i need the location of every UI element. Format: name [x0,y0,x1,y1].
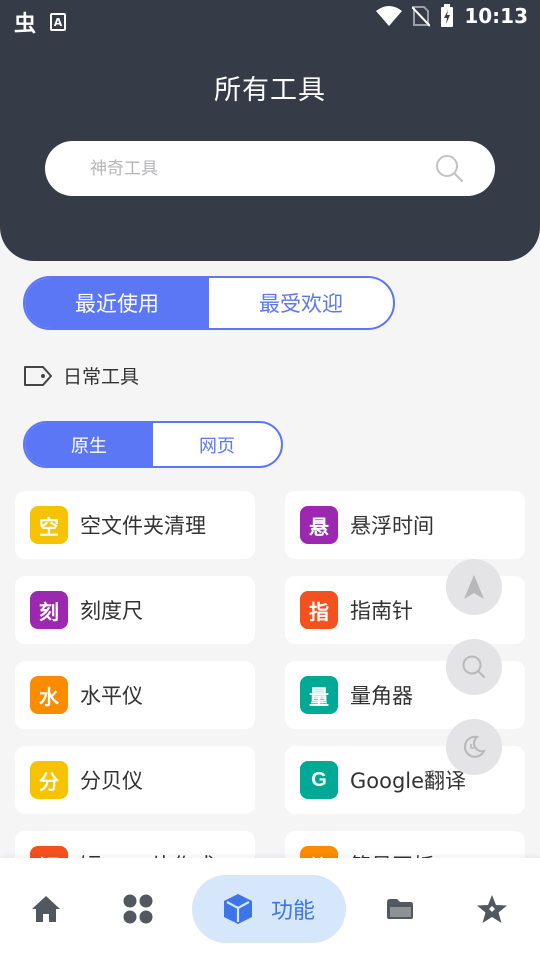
tool-badge: 量 [300,676,338,714]
tool-label: 刻度尺 [80,599,143,623]
tool-card-floating-time[interactable]: 悬 悬浮时间 [285,491,525,559]
nav-files[interactable] [374,858,426,960]
tag-icon [24,365,52,386]
header [0,0,540,261]
tool-badge: 分 [30,761,68,799]
tool-badge: G [300,761,338,799]
tool-card-empty-folder-cleaner[interactable]: 空 空文件夹清理 [15,491,255,559]
tool-badge: 指 [300,591,338,629]
apps-icon [123,894,153,924]
no-sim-icon [412,6,431,27]
nav-home[interactable] [20,858,72,960]
home-icon [32,896,60,922]
tab-native[interactable]: 原生 [25,423,153,466]
tool-badge: 水 [30,676,68,714]
tool-badge: 悬 [300,506,338,544]
search-icon [462,655,485,678]
tool-label: 悬浮时间 [350,514,434,538]
scroll-top-button[interactable] [446,559,502,615]
navigation-arrow-icon [464,575,484,599]
cube-icon [223,894,252,924]
category-label: 日常工具 [63,366,140,388]
status-bar: 虫 A 10:13 [0,0,540,37]
status-time: 10:13 [464,4,528,28]
tab-recent[interactable]: 最近使用 [25,278,209,328]
tool-card-ruler[interactable]: 刻 刻度尺 [15,576,255,644]
main-tab-switch: 最近使用 最受欢迎 [23,276,395,330]
nav-function[interactable]: 功能 [192,875,346,943]
bottom-nav: 功能 [0,858,540,960]
search-input[interactable] [90,155,410,183]
nav-favorites[interactable] [466,858,518,960]
tool-label: 分贝仪 [80,769,143,793]
tool-label: Google翻译 [350,769,467,793]
folder-icon [387,899,413,919]
notification-a-icon: A [50,13,67,31]
tool-card-decibel-meter[interactable]: 分 分贝仪 [15,746,255,814]
tab-popular[interactable]: 最受欢迎 [209,278,393,328]
tool-label: 指南针 [350,599,413,623]
tool-badge: 空 [30,506,68,544]
nav-apps[interactable] [112,858,164,960]
tool-label: 水平仪 [80,684,143,708]
tab-web[interactable]: 网页 [153,423,281,466]
tool-card-level[interactable]: 水 水平仪 [15,661,255,729]
search-icon[interactable] [435,154,465,184]
wifi-icon [376,6,403,26]
category-header: 日常工具 [23,362,139,389]
tool-label: 量角器 [350,684,413,708]
battery-charging-icon [441,4,454,27]
page-title: 所有工具 [214,75,326,106]
moon-icon [463,735,486,758]
sub-tab-switch: 原生 网页 [23,421,283,468]
night-mode-button[interactable] [446,719,502,775]
search-bar[interactable] [45,141,495,196]
tool-badge: 刻 [30,591,68,629]
tool-label: 空文件夹清理 [80,514,206,538]
app-notification-icon: 虫 [14,12,37,37]
search-fab-button[interactable] [446,639,502,695]
nav-function-label: 功能 [270,899,315,924]
star-icon [477,895,507,923]
